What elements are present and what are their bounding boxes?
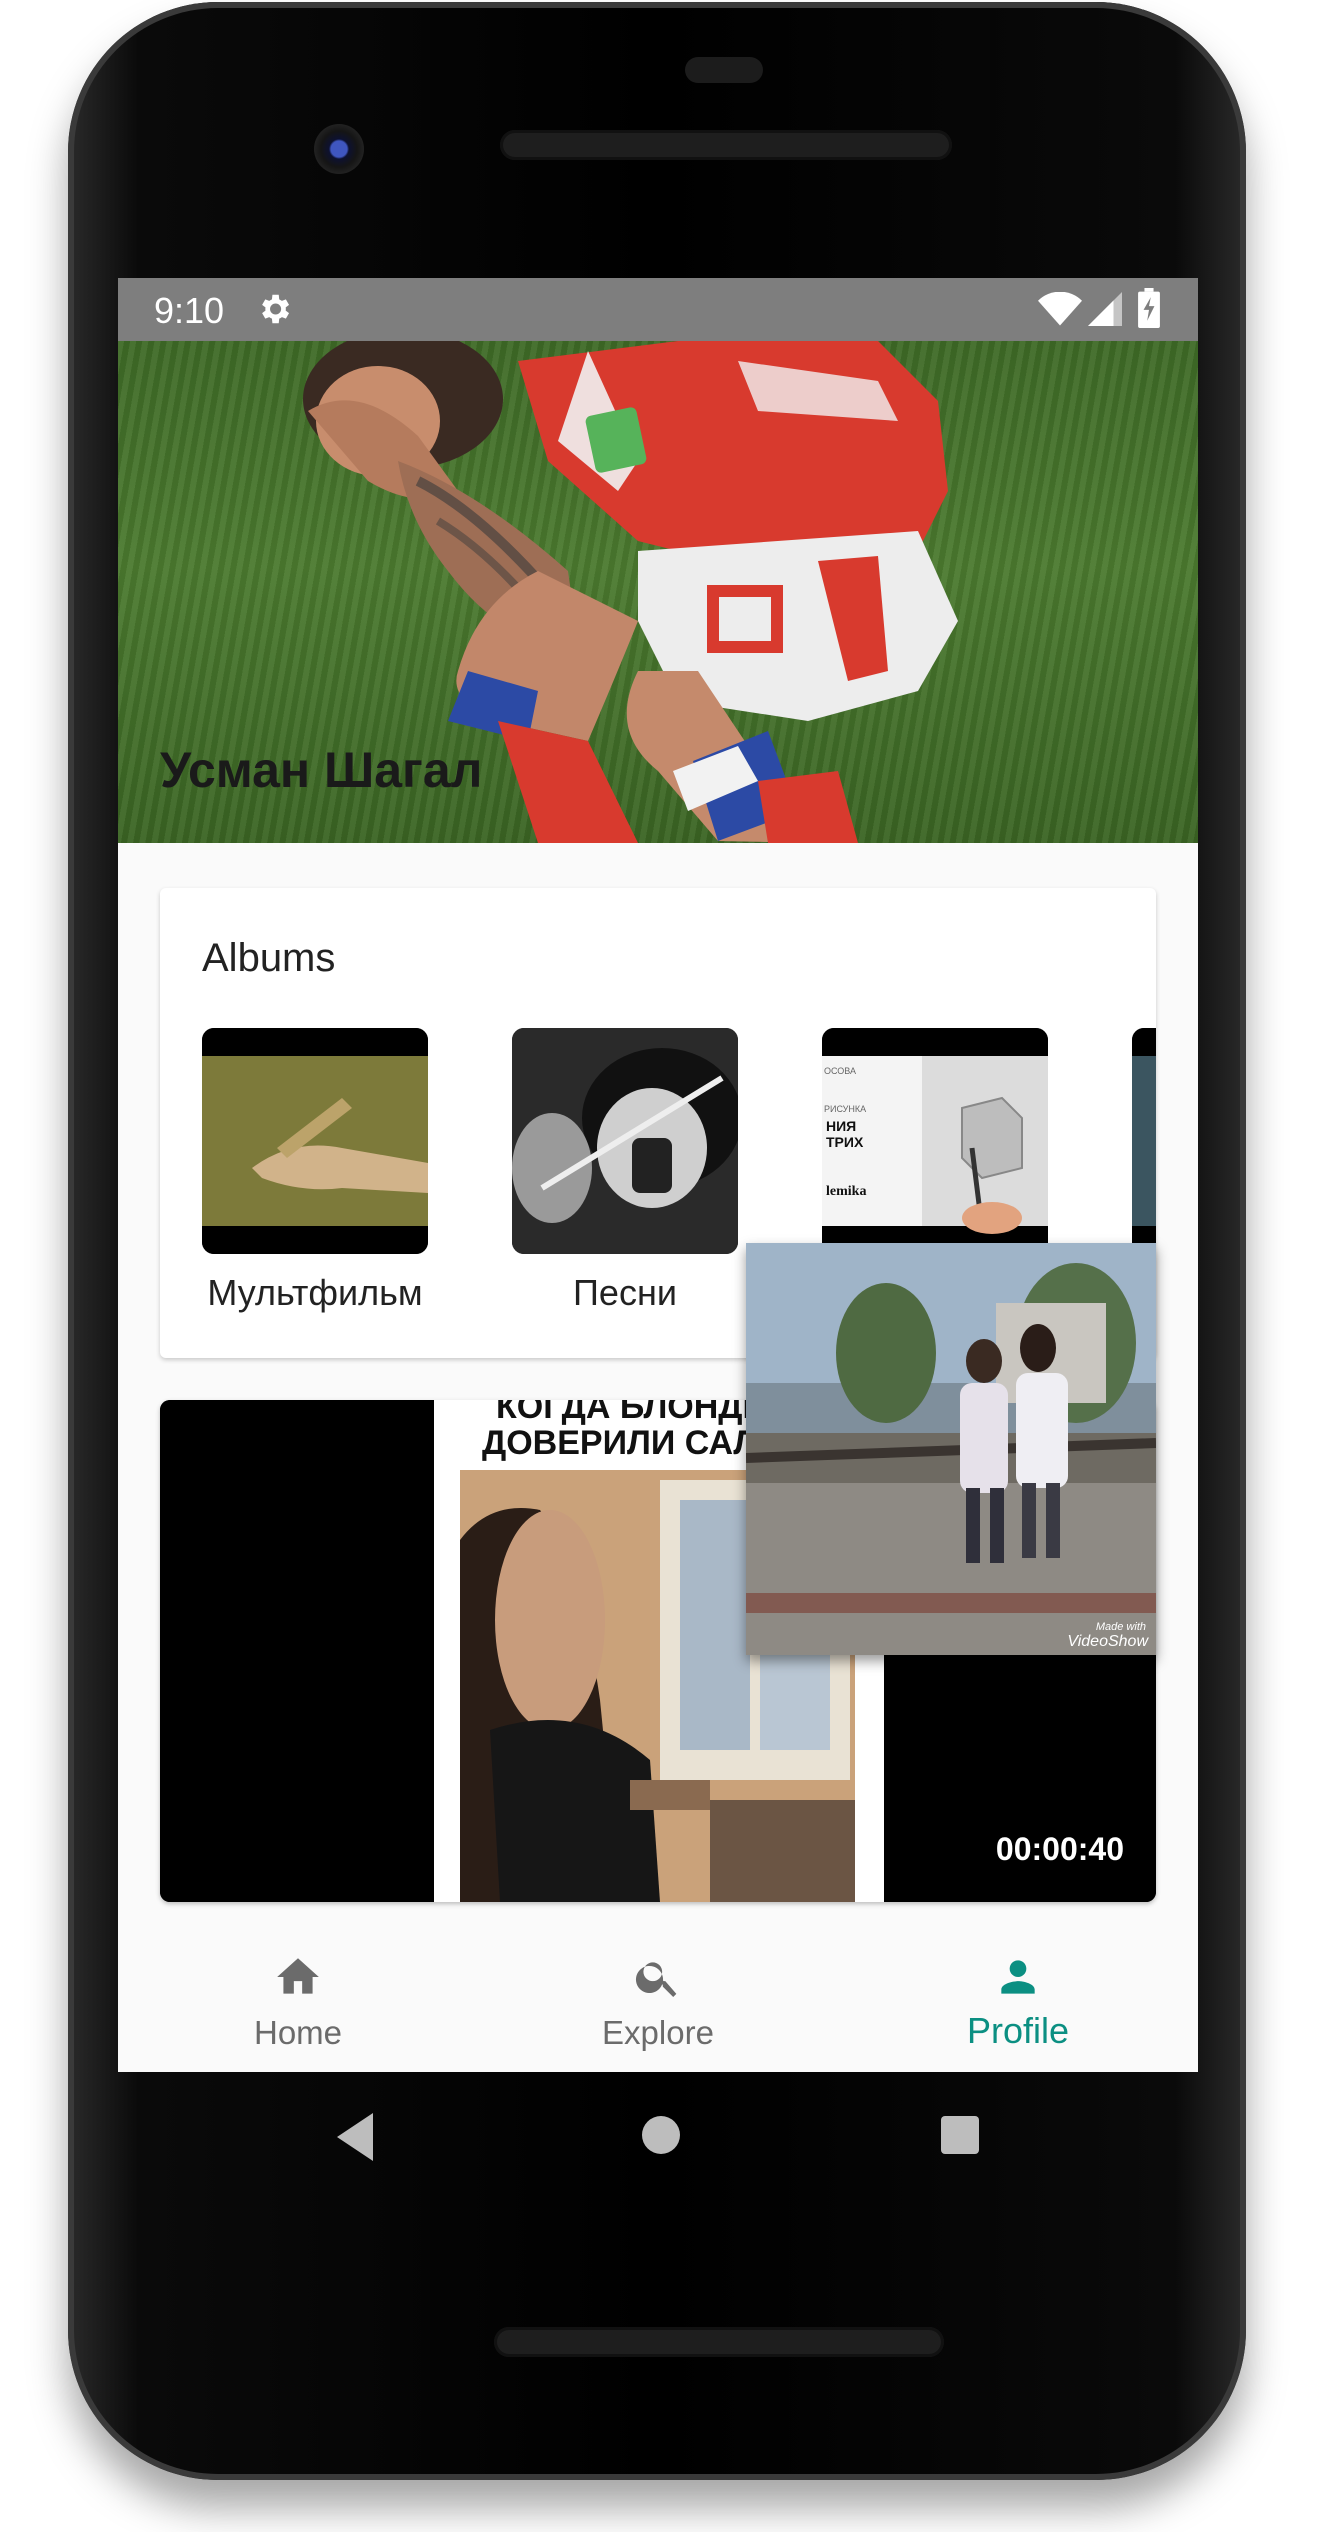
profile-name: Усман Шагал xyxy=(160,742,483,798)
video-caption: КОГДА БЛОНДИ xyxy=(496,1400,767,1426)
status-time: 9:10 xyxy=(154,290,225,331)
floating-video-player[interactable]: Made with VideoShow xyxy=(746,1243,1156,1655)
video-duration: 00:00:40 xyxy=(995,1831,1124,1867)
earpiece-speaker xyxy=(500,130,952,160)
album-item[interactable]: ОСОВА РИСУНКА НИЯ ТРИХ lemika xyxy=(822,1028,1048,1272)
album-thumb-image xyxy=(1132,1028,1156,1254)
battery-charging-icon xyxy=(1138,288,1160,328)
home-circle-icon[interactable] xyxy=(638,2112,684,2158)
recents-icon[interactable] xyxy=(937,2112,983,2158)
thumb-text: НИЯ xyxy=(826,1118,857,1134)
search-icon xyxy=(635,1962,677,1997)
bottom-speaker xyxy=(494,2327,944,2357)
watermark-small: Made with xyxy=(1095,1621,1146,1633)
wifi-icon xyxy=(1038,292,1082,326)
nav-profile[interactable]: Profile xyxy=(838,1922,1198,2072)
floating-video-frame xyxy=(746,1243,1156,1655)
album-item[interactable] xyxy=(1132,1028,1156,1272)
nav-profile-label: Profile xyxy=(966,2010,1070,2051)
album-thumb-image xyxy=(202,1028,428,1254)
album-item[interactable]: Песни xyxy=(512,1028,738,1314)
nav-home[interactable]: Home xyxy=(118,1922,478,2072)
thumb-text: ОСОВА xyxy=(824,1066,857,1076)
album-thumb-image xyxy=(512,1028,738,1254)
bottom-navigation: Home Explore Profile xyxy=(118,1922,1198,2072)
app-screen: 9:10 Усман Шагал Albums Мультфильм Песни… xyxy=(118,278,1198,2072)
thumb-text: РИСУНКА xyxy=(824,1104,867,1114)
person-icon xyxy=(1001,1960,1035,1994)
albums-title: Albums xyxy=(202,936,336,980)
watermark: VideoShow xyxy=(1067,1633,1148,1650)
system-navigation-bar xyxy=(118,2072,1198,2202)
profile-header: Усман Шагал xyxy=(118,341,1198,843)
album-thumbnail[interactable] xyxy=(512,1028,738,1254)
album-item[interactable]: Мультфильм xyxy=(202,1028,428,1314)
album-thumbnail[interactable]: ОСОВА РИСУНКА НИЯ ТРИХ lemika xyxy=(822,1028,1048,1254)
thumb-text: lemika xyxy=(826,1184,867,1199)
nav-home-label: Home xyxy=(253,2014,343,2051)
album-thumbnail[interactable] xyxy=(1132,1028,1156,1254)
nav-explore-label: Explore xyxy=(602,2014,714,2051)
back-icon[interactable] xyxy=(333,2110,377,2164)
video-caption: ДОВЕРИЛИ САЛ xyxy=(482,1424,758,1462)
home-icon xyxy=(277,1958,319,1994)
album-label: Мультфильм xyxy=(207,1272,423,1313)
album-label: Песни xyxy=(573,1272,677,1313)
front-camera xyxy=(314,124,364,174)
nav-explore[interactable]: Explore xyxy=(478,1922,838,2072)
status-bar: 9:10 xyxy=(118,278,1198,341)
album-thumbnail[interactable] xyxy=(202,1028,428,1254)
thumb-text: ТРИХ xyxy=(826,1134,864,1150)
signal-icon xyxy=(1088,292,1122,326)
gear-icon xyxy=(262,294,290,324)
sensor xyxy=(685,57,763,83)
